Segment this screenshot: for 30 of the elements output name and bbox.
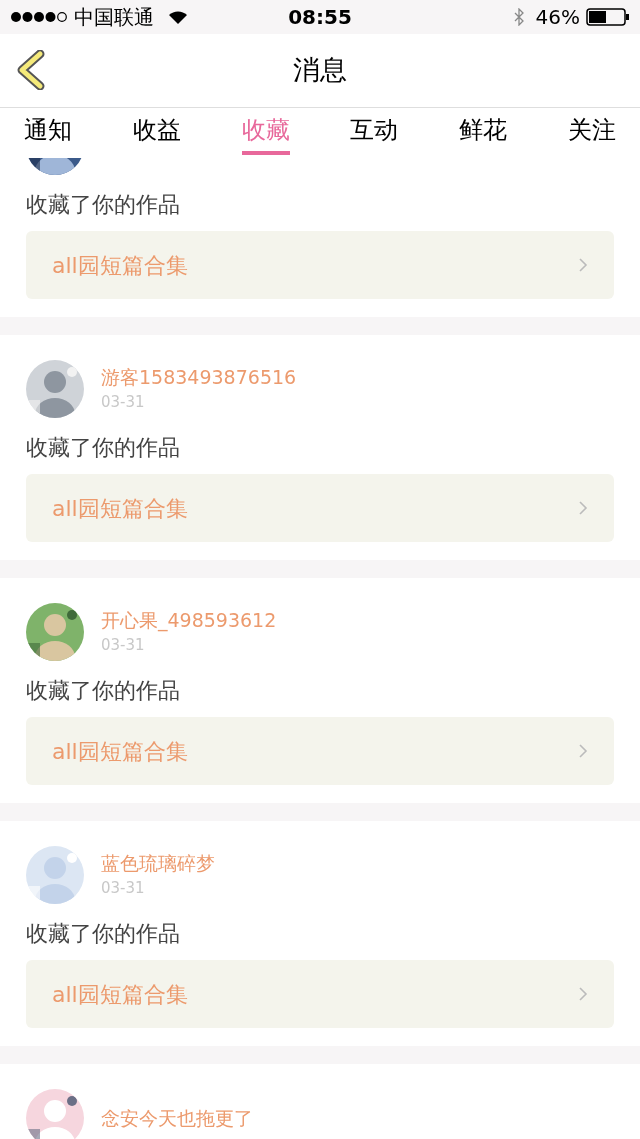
chevron-icon xyxy=(578,500,588,516)
action-text: 收藏了你的作品 xyxy=(26,920,181,948)
user-name[interactable]: 游客1583493876516 xyxy=(101,364,297,390)
wifi-icon xyxy=(168,9,188,25)
tab[interactable]: 关注 xyxy=(568,108,616,155)
battery-percent: 46% xyxy=(535,4,580,31)
chevron-icon xyxy=(578,986,588,1002)
carrier: 中国联通 xyxy=(74,4,154,31)
chevron-icon xyxy=(578,743,588,759)
work-link[interactable]: all园短篇合集 xyxy=(26,231,614,299)
signal-icon xyxy=(10,11,68,23)
clock: 08:55 xyxy=(288,4,352,31)
action-text: 收藏了你的作品 xyxy=(26,677,181,705)
action-text: 收藏了你的作品 xyxy=(26,191,181,219)
user-name[interactable]: 蓝色琉璃碎梦 xyxy=(101,850,215,876)
bluetooth-icon xyxy=(513,8,524,26)
page-title: 消息 xyxy=(293,53,347,88)
tab[interactable]: 通知 xyxy=(24,108,72,155)
user-name[interactable]: 念安今天也拖更了 xyxy=(101,1105,253,1131)
chevron-icon xyxy=(578,257,588,273)
back-button[interactable] xyxy=(16,50,46,90)
work-link[interactable]: all园短篇合集 xyxy=(26,474,614,542)
work-link[interactable]: all园短篇合集 xyxy=(26,717,614,785)
tab[interactable]: 收益 xyxy=(132,108,181,155)
user-name[interactable]: 开心果_498593612 xyxy=(101,607,277,633)
work-link[interactable]: all园短篇合集 xyxy=(26,960,614,1028)
battery-icon xyxy=(586,8,630,26)
tab[interactable]: 鲜花 xyxy=(459,108,508,155)
action-text: 收藏了你的作品 xyxy=(26,434,181,462)
tab[interactable]: 互动 xyxy=(350,108,399,155)
